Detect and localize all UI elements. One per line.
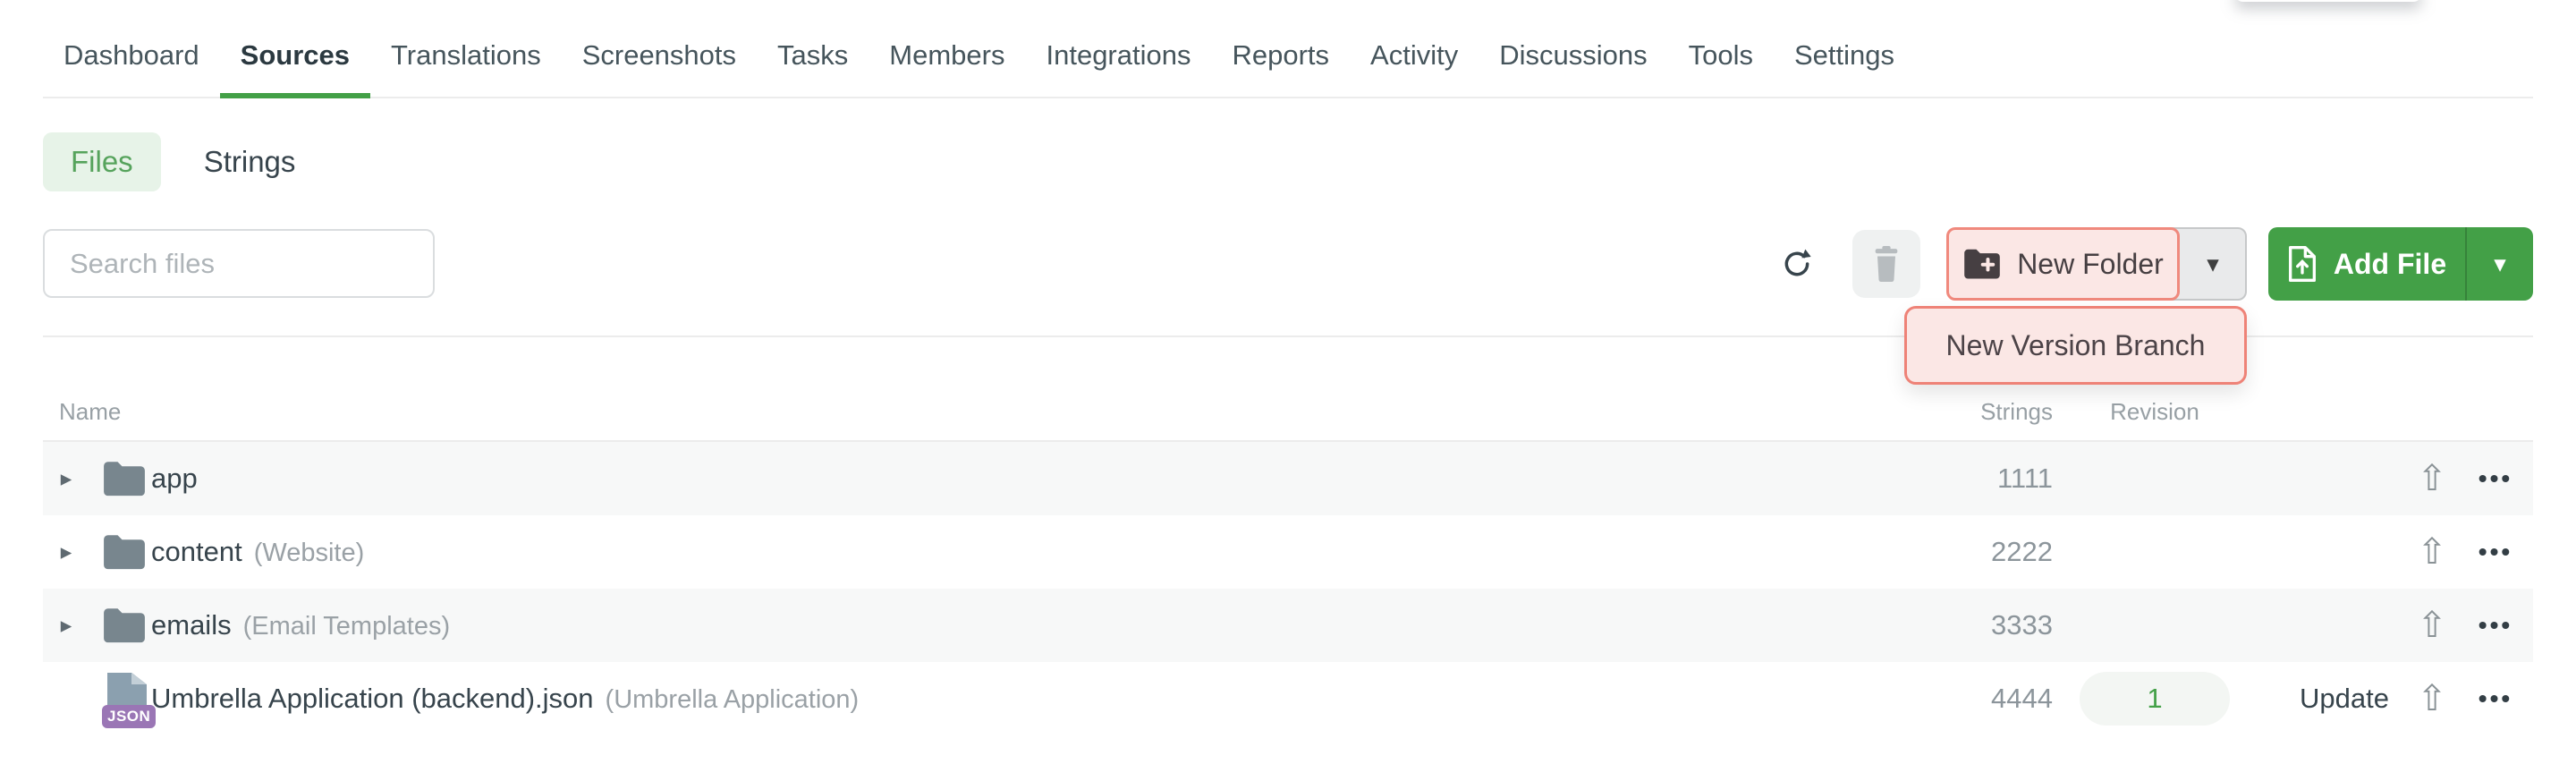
expand-caret-icon[interactable]: ▸ xyxy=(43,612,89,639)
nav-item-tasks[interactable]: Tasks xyxy=(757,39,869,97)
nav-item-discussions[interactable]: Discussions xyxy=(1479,39,1667,97)
expand-caret-icon[interactable]: ▸ xyxy=(43,465,89,492)
nav-item-screenshots[interactable]: Screenshots xyxy=(562,39,757,97)
nav-item-integrations[interactable]: Integrations xyxy=(1025,39,1211,97)
new-folder-split-button: New Folder ▾ xyxy=(1946,227,2247,301)
project-nav: Dashboard Sources Translations Screensho… xyxy=(43,0,2533,98)
toolbar-actions: New Folder ▾ Add File xyxy=(1770,227,2533,301)
upload-icon[interactable]: ⇧ xyxy=(2406,458,2458,499)
more-actions-icon[interactable]: ••• xyxy=(2458,611,2533,640)
folder-plus-icon xyxy=(1962,248,2002,280)
nav-item-translations[interactable]: Translations xyxy=(370,39,562,97)
file-name[interactable]: emails xyxy=(151,609,232,641)
tab-files[interactable]: Files xyxy=(43,132,161,191)
add-file-split-button[interactable]: Add File ▾ xyxy=(2268,227,2533,301)
file-name[interactable]: content xyxy=(151,536,242,568)
search-input[interactable] xyxy=(43,229,435,298)
add-file-button[interactable]: Add File xyxy=(2268,227,2465,301)
nav-item-reports[interactable]: Reports xyxy=(1211,39,1350,97)
new-folder-label: New Folder xyxy=(2017,248,2164,281)
sources-files-page: Dashboard Sources Translations Screensho… xyxy=(0,0,2576,764)
file-note: (Website) xyxy=(254,539,365,568)
file-upload-icon xyxy=(2287,246,2318,282)
nav-item-members[interactable]: Members xyxy=(869,39,1025,97)
nav-item-tools[interactable]: Tools xyxy=(1668,39,1774,97)
menu-item-new-version-branch[interactable]: New Version Branch xyxy=(1946,329,2206,362)
chevron-down-icon: ▾ xyxy=(2207,250,2219,278)
new-folder-dropdown-toggle[interactable]: ▾ xyxy=(2170,227,2247,301)
json-badge: JSON xyxy=(102,705,156,728)
delete-button[interactable] xyxy=(1852,230,1920,298)
more-actions-icon[interactable]: ••• xyxy=(2458,538,2533,566)
refresh-icon xyxy=(1779,246,1815,282)
folder-icon xyxy=(89,605,147,646)
file-note: (Umbrella Application) xyxy=(606,685,860,715)
column-header-strings: Strings xyxy=(1945,398,2053,426)
folder-icon xyxy=(89,531,147,573)
files-toolbar: New Folder ▾ Add File xyxy=(0,227,2576,301)
nav-item-activity[interactable]: Activity xyxy=(1350,39,1479,97)
tab-strings[interactable]: Strings xyxy=(204,145,296,179)
strings-count: 1111 xyxy=(1945,463,2053,495)
strings-count: 2222 xyxy=(1945,536,2053,568)
file-name[interactable]: app xyxy=(151,463,198,495)
table-row[interactable]: ▸ content (Website) 2222 ⇧ ••• xyxy=(43,515,2533,589)
expand-caret-icon[interactable]: ▸ xyxy=(43,539,89,565)
file-name[interactable]: Umbrella Application (backend).json xyxy=(151,683,594,715)
nav-item-sources[interactable]: Sources xyxy=(220,39,370,97)
column-header-name: Name xyxy=(43,398,1945,426)
file-note: (Email Templates) xyxy=(243,612,451,641)
new-folder-dropdown-menu: New Version Branch xyxy=(1904,306,2247,385)
trash-icon xyxy=(1869,246,1903,282)
column-header-revision: Revision xyxy=(2080,398,2230,426)
chevron-down-icon: ▾ xyxy=(2494,250,2506,278)
table-row[interactable]: JSON Umbrella Application (backend).json… xyxy=(43,662,2533,735)
add-file-label: Add File xyxy=(2334,248,2446,281)
revision-badge[interactable]: 1 xyxy=(2080,672,2230,726)
strings-count: 3333 xyxy=(1945,609,2053,641)
folder-icon xyxy=(89,458,147,499)
nav-item-dashboard[interactable]: Dashboard xyxy=(43,39,220,97)
table-row[interactable]: ▸ app 1111 ⇧ ••• xyxy=(43,442,2533,515)
strings-count: 4444 xyxy=(1945,683,2053,715)
more-actions-icon[interactable]: ••• xyxy=(2458,684,2533,713)
view-switch-tabs: Files Strings xyxy=(43,132,2576,191)
table-row[interactable]: ▸ emails (Email Templates) 3333 ⇧ ••• xyxy=(43,589,2533,662)
json-file-icon: JSON xyxy=(89,673,147,725)
add-file-dropdown-toggle[interactable]: ▾ xyxy=(2465,227,2533,301)
refresh-button[interactable] xyxy=(1770,227,1824,301)
new-folder-button[interactable]: New Folder xyxy=(1946,227,2180,301)
upload-icon[interactable]: ⇧ xyxy=(2406,605,2458,646)
more-actions-icon[interactable]: ••• xyxy=(2458,464,2533,493)
update-link[interactable]: Update xyxy=(2300,683,2389,714)
nav-item-settings[interactable]: Settings xyxy=(1774,39,1915,97)
upload-icon[interactable]: ⇧ xyxy=(2406,531,2458,573)
upload-icon[interactable]: ⇧ xyxy=(2406,678,2458,719)
